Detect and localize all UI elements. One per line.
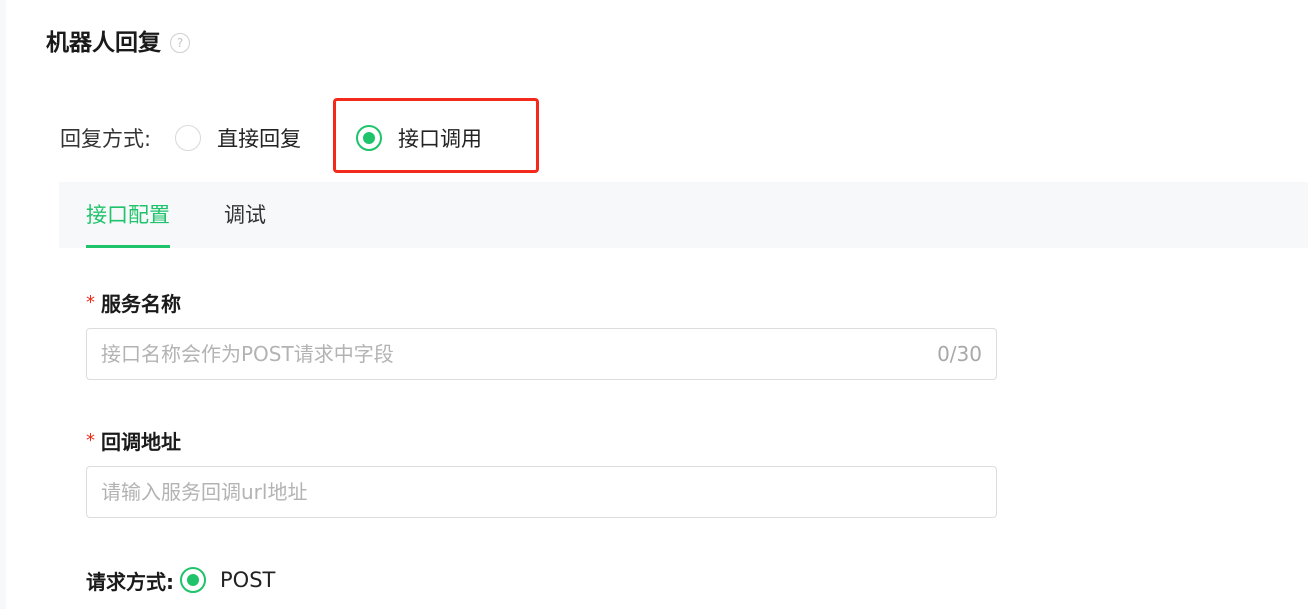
reply-mode-option-direct-label: 直接回复 [217,127,302,151]
section-title-text: 机器人回复 [46,30,161,56]
robot-reply-settings-page: 机器人回复 ? 回复方式: 直接回复 接口调用 接口配置 调试 * 服务名称 0… [0,0,1308,609]
service-name-label: * 服务名称 [86,286,181,318]
required-mark: * [86,429,95,451]
reply-mode-row: 回复方式: 直接回复 [60,118,301,158]
callback-url-label: * 回调地址 [86,424,181,456]
tab-debug[interactable]: 调试 [224,182,266,248]
reply-mode-option-api-label: 接口调用 [398,127,482,151]
help-icon[interactable]: ? [170,33,190,53]
callback-url-field[interactable] [86,466,997,518]
reply-mode-label: 回复方式: [60,127,152,151]
char-counter: 0/30 [937,342,982,366]
config-tab-bar: 接口配置 调试 [59,182,1308,248]
service-name-field[interactable]: 0/30 [86,328,997,380]
callback-url-input[interactable] [101,480,982,504]
reply-mode-option-direct[interactable]: 直接回复 [175,123,301,153]
left-edge-divider [0,0,6,609]
radio-checked-icon[interactable] [356,125,382,151]
service-name-label-text: 服务名称 [101,291,181,316]
request-method-option-post-label: POST [220,568,276,592]
reply-mode-option-api[interactable]: 接口调用 [356,118,482,158]
request-method-option-post[interactable]: POST [180,567,275,593]
radio-checked-icon[interactable] [180,567,206,593]
required-mark: * [86,291,95,313]
request-method-label: 请求方式: [86,569,174,594]
radio-unchecked-icon[interactable] [175,125,202,151]
section-title: 机器人回复 ? [46,26,190,60]
request-method-row: 请求方式: POST [86,562,275,598]
callback-url-label-text: 回调地址 [101,429,181,454]
service-name-input[interactable] [101,342,926,366]
tab-api-config[interactable]: 接口配置 [86,182,170,248]
